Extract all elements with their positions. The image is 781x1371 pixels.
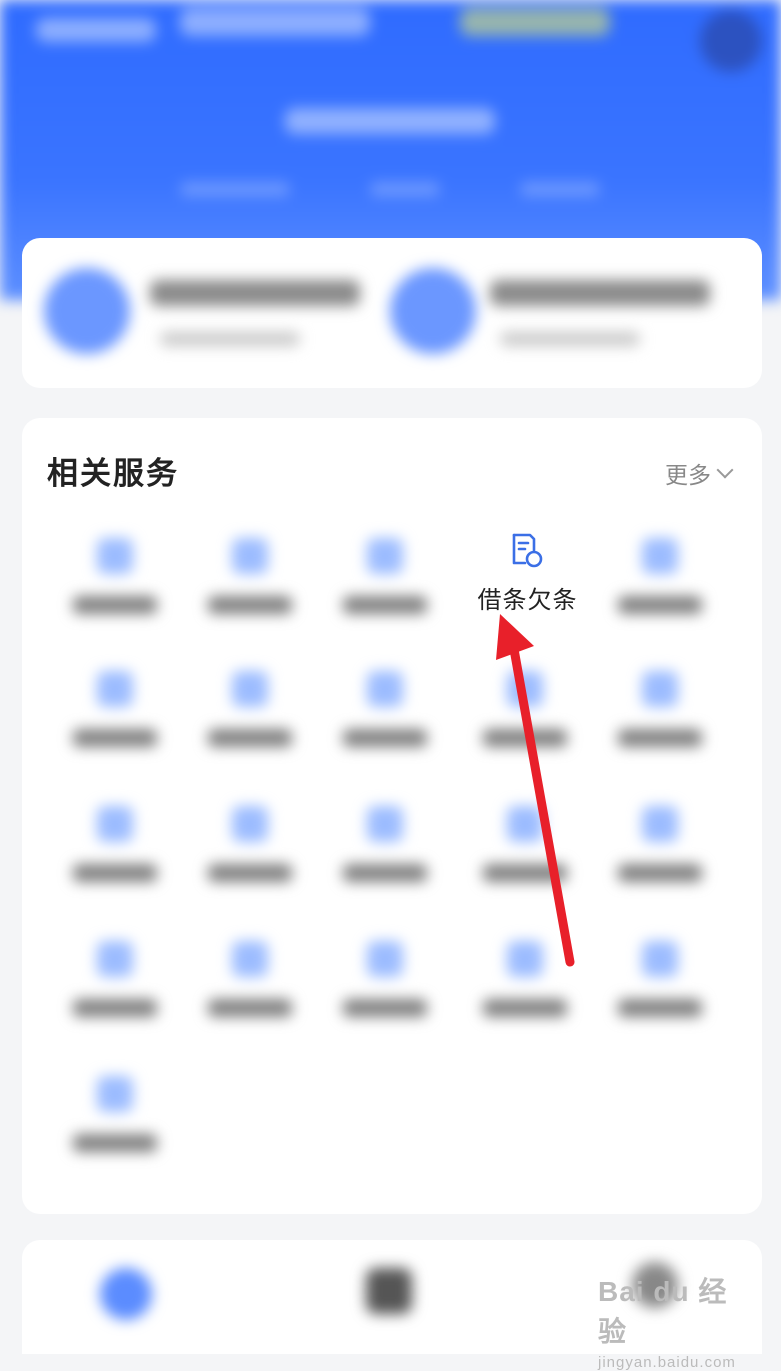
service-item-loan-note[interactable]: 借条欠条 <box>455 516 600 646</box>
service-label-loan-note: 借条欠条 <box>477 586 578 614</box>
service-icon <box>232 806 268 842</box>
header-placeholder <box>460 8 610 36</box>
service-label <box>618 864 702 882</box>
baidu-watermark: Bai du 经验 jingyan.baidu.com <box>598 1270 748 1371</box>
service-icon <box>642 538 678 574</box>
service-icon <box>507 941 543 977</box>
service-icon <box>97 806 133 842</box>
blurred-text <box>150 280 360 306</box>
service-item[interactable] <box>325 925 445 1035</box>
service-label <box>343 864 427 882</box>
service-icon <box>642 806 678 842</box>
service-item[interactable] <box>55 790 175 900</box>
service-item[interactable] <box>190 655 310 765</box>
service-item[interactable] <box>465 790 585 900</box>
service-item[interactable] <box>325 655 445 765</box>
service-icon <box>97 941 133 977</box>
service-item[interactable] <box>55 522 175 632</box>
service-label <box>483 729 567 747</box>
service-label <box>73 596 157 614</box>
header-placeholder <box>285 108 495 134</box>
service-label <box>483 999 567 1017</box>
document-icon <box>512 533 543 568</box>
more-button[interactable]: 更多 <box>665 456 734 490</box>
service-icon <box>507 671 543 707</box>
service-icon <box>642 671 678 707</box>
service-item[interactable] <box>190 790 310 900</box>
watermark-main: Bai du 经验 <box>598 1276 728 1347</box>
service-item[interactable] <box>325 790 445 900</box>
service-icon <box>642 941 678 977</box>
more-label: 更多 <box>665 463 711 489</box>
service-label <box>73 729 157 747</box>
header-placeholder <box>520 182 600 196</box>
header-placeholder <box>180 8 370 36</box>
service-item[interactable] <box>55 925 175 1035</box>
service-item[interactable] <box>600 790 720 900</box>
service-label <box>208 729 292 747</box>
service-icon <box>97 1076 133 1112</box>
service-label <box>618 596 702 614</box>
header-avatar[interactable] <box>700 10 762 72</box>
service-item[interactable] <box>55 1060 175 1170</box>
service-label <box>343 729 427 747</box>
service-icon <box>97 538 133 574</box>
chevron-down-icon <box>716 461 734 479</box>
service-label <box>73 1134 157 1152</box>
service-item[interactable] <box>190 925 310 1035</box>
blurred-text <box>160 332 300 346</box>
service-icon <box>367 538 403 574</box>
service-icon <box>507 806 543 842</box>
service-icon <box>367 806 403 842</box>
service-label <box>208 864 292 882</box>
service-label <box>618 729 702 747</box>
service-label <box>73 864 157 882</box>
watermark-sub: jingyan.baidu.com <box>598 1354 736 1371</box>
service-item[interactable] <box>190 522 310 632</box>
service-item[interactable] <box>600 655 720 765</box>
service-label <box>208 596 292 614</box>
service-item[interactable] <box>55 655 175 765</box>
header-placeholder <box>180 182 290 196</box>
service-icon <box>367 671 403 707</box>
bottom-nav-icon[interactable] <box>366 1268 412 1314</box>
service-label <box>208 999 292 1017</box>
service-icon <box>367 941 403 977</box>
header-placeholder <box>36 18 156 42</box>
blurred-avatar <box>44 268 130 354</box>
service-label <box>618 999 702 1017</box>
service-item[interactable] <box>325 522 445 632</box>
service-label <box>343 999 427 1017</box>
blurred-text <box>490 280 710 306</box>
service-icon <box>97 671 133 707</box>
service-icon <box>232 671 268 707</box>
service-label <box>343 596 427 614</box>
services-title: 相关服务 <box>47 456 179 492</box>
service-item[interactable] <box>465 925 585 1035</box>
service-label <box>483 864 567 882</box>
blurred-avatar <box>390 268 476 354</box>
service-label <box>73 999 157 1017</box>
service-icon <box>232 941 268 977</box>
service-item[interactable] <box>600 925 720 1035</box>
bottom-nav-icon[interactable] <box>100 1268 152 1320</box>
service-icon <box>232 538 268 574</box>
blurred-text <box>500 332 640 346</box>
service-item[interactable] <box>600 522 720 632</box>
service-item[interactable] <box>465 655 585 765</box>
header-placeholder <box>370 182 440 196</box>
